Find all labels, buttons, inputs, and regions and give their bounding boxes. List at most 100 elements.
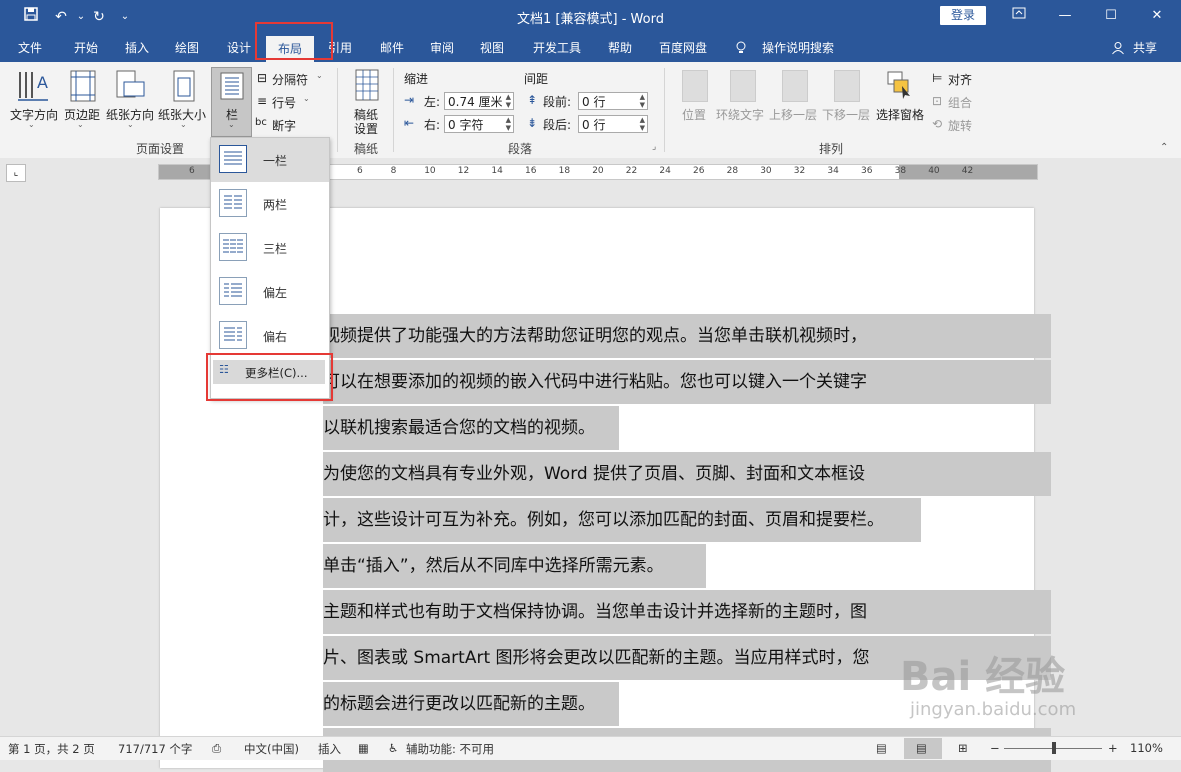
text-line[interactable]: 视频提供了功能强大的方法帮助您证明您的观点。当您单击联机视频时， [323,314,1051,358]
breaks-button[interactable]: 分隔符 [272,71,308,88]
ribbon: A 文字方向 页边距 纸张方向 纸张大小 ⌄ ⌄ ⌄ ⌄ 栏 ⌄ ⊟ 分隔符 ⌄… [0,62,1181,159]
ruler-tick-label: 6 [189,166,195,176]
proofing-icon[interactable]: ⎙ [212,741,221,756]
paper-size-icon[interactable] [170,68,198,104]
text-line[interactable]: 主题和样式也有助于文档保持协调。当您单击设计并选择新的主题时，图 [323,590,1051,634]
text-line[interactable]: 计，这些设计可互为补充。例如，您可以添加匹配的封面、页眉和提要栏。 [323,498,921,542]
minimize-icon[interactable]: — [1050,4,1080,28]
spacing-after-icon: ⇟ [527,116,538,130]
margins-chevron-icon: ⌄ [77,120,84,129]
ruler-tick-label: 34 [827,166,839,176]
spinner-icon[interactable]: ▲ ▼ [640,93,645,109]
highlight-more-columns [206,353,333,401]
collapse-ribbon-icon[interactable]: ⌃ [1160,142,1168,153]
line-numbers-button[interactable]: 行号 [272,94,296,111]
three-columns-icon [219,233,247,261]
maximize-icon[interactable]: ☐ [1096,4,1126,28]
macro-icon[interactable]: ▦ [358,741,369,755]
dialog-launcher-icon[interactable]: ⌟ [652,142,656,152]
tab-review[interactable]: 审阅 [420,34,464,62]
zoom-slider-thumb[interactable] [1052,742,1056,754]
print-layout-icon[interactable]: ▤ [904,738,942,759]
close-icon[interactable]: ✕ [1142,4,1172,28]
spacing-after-input[interactable]: 0 行 ▲ ▼ [578,115,648,133]
read-mode-icon[interactable]: ▤ [876,741,887,755]
tab-help[interactable]: 帮助 [598,34,642,62]
ruler-tick-label: 18 [558,166,571,176]
spinner-icon[interactable]: ▲ ▼ [640,116,645,132]
insert-mode[interactable]: 插入 [318,741,341,757]
columns-button[interactable]: 栏 ⌄ [211,67,252,137]
columns-two-label: 两栏 [263,198,288,212]
bring-forward-icon [782,70,808,102]
spinner-icon[interactable]: ▲ ▼ [506,93,511,109]
text-line[interactable]: 单击“插入”，然后从不同库中选择所需元素。 [323,544,706,588]
ribbon-tabs: 文件 开始 插入 绘图 设计 布局 引用 邮件 审阅 视图 开发工具 帮助 百度… [0,34,1181,62]
share-button[interactable]: 共享 [1128,34,1162,62]
zoom-out-button[interactable]: − [990,741,1000,755]
spacing-before-input[interactable]: 0 行 ▲ ▼ [578,92,648,110]
tab-baidu-netdisk[interactable]: 百度网盘 [652,34,714,62]
title-bar: ↶ ⌄ ↻ ⌄ 文档1 [兼容模式] - Word 登录 — ☐ ✕ [0,0,1181,34]
tab-mailings[interactable]: 邮件 [370,34,414,62]
columns-right-item[interactable]: 偏右 [211,314,329,358]
tab-insert[interactable]: 插入 [115,34,159,62]
columns-left-item[interactable]: 偏左 [211,270,329,314]
ruler-tick-label: 38 [894,166,907,176]
manuscript-label-2[interactable]: 设置 [354,120,378,137]
indent-right-input[interactable]: 0 字符 ▲ ▼ [444,115,514,133]
indent-left-input[interactable]: 0.74 厘米 ▲ ▼ [444,92,514,110]
two-columns-icon [219,189,247,217]
rotate-button: 旋转 [948,119,973,133]
language[interactable]: 中文(中国) [244,741,299,757]
ruler-tick-label: 40 [928,166,940,176]
tab-selector-icon[interactable]: ⌞ [6,164,26,182]
selection-pane-icon[interactable] [886,70,912,100]
svg-text:A: A [37,73,48,92]
web-layout-icon[interactable]: ⊞ [958,741,968,755]
login-button[interactable]: 登录 [940,6,986,25]
separator [337,68,338,152]
line-numbers-icon: ≡ [257,94,268,108]
status-bar: 第 1 页，共 2 页 717/717 个字 ⎙ 中文(中国) 插入 ▦ ♿ 辅… [0,736,1181,760]
tell-me-search[interactable]: 操作说明搜索 [756,34,840,62]
page-count[interactable]: 第 1 页，共 2 页 [8,741,95,757]
word-count[interactable]: 717/717 个字 [118,741,192,757]
accessibility-status[interactable]: 辅助功能: 不可用 [406,741,494,757]
columns-two-item[interactable]: 两栏 [211,182,329,226]
ruler-tick-label: 32 [793,166,806,176]
align-button[interactable]: 对齐 [948,71,972,88]
columns-left-label: 偏左 [263,286,288,300]
text-line[interactable]: 以联机搜索最适合您的文档的视频。 [323,406,619,450]
spinner-icon[interactable]: ▲ ▼ [506,116,511,132]
text-direction-icon[interactable]: A [14,68,54,104]
columns-three-item[interactable]: 三栏 [211,226,329,270]
hyphenation-button[interactable]: 断字 [272,117,296,134]
arrange-group-label: 排列 [819,142,844,156]
manuscript-icon[interactable] [354,68,380,102]
manuscript-group-label: 稿纸 [354,142,379,156]
zoom-in-button[interactable]: + [1108,741,1118,755]
ribbon-display-options-icon[interactable] [1004,4,1034,28]
ruler-tick-label: 14 [491,166,503,176]
ruler-tick-label: 42 [961,166,974,176]
selection-pane-label[interactable]: 选择窗格 [876,106,924,123]
text-line[interactable]: 可以在想要添加的视频的嵌入代码中进行粘贴。您也可以键入一个关键字 [323,360,1051,404]
line-text: 可以在想要添加的视频的嵌入代码中进行粘贴。您也可以键入一个关键字 [323,372,867,392]
columns-one-label: 一栏 [263,154,288,168]
text-line[interactable]: 的标题会进行更改以匹配新的主题。 [323,682,619,726]
tab-view[interactable]: 视图 [470,34,514,62]
tab-developer[interactable]: 开发工具 [526,34,588,62]
line-text: 计，这些设计可互为补充。例如，您可以添加匹配的封面、页眉和提要栏。 [323,510,884,530]
tab-home[interactable]: 开始 [64,34,108,62]
margins-icon[interactable] [68,68,98,104]
zoom-level[interactable]: 110% [1130,741,1163,755]
tab-file[interactable]: 文件 [8,34,52,62]
indent-title: 缩进 [404,72,429,86]
orientation-icon[interactable] [114,68,146,104]
tab-draw[interactable]: 绘图 [165,34,209,62]
text-line[interactable]: 为使您的文档具有专业外观，Word 提供了页眉、页脚、封面和文本框设 [323,452,1051,496]
columns-one-item[interactable]: 一栏 [211,138,329,182]
ruler-tick-label: 36 [861,166,873,176]
right-column-icon [219,321,247,349]
